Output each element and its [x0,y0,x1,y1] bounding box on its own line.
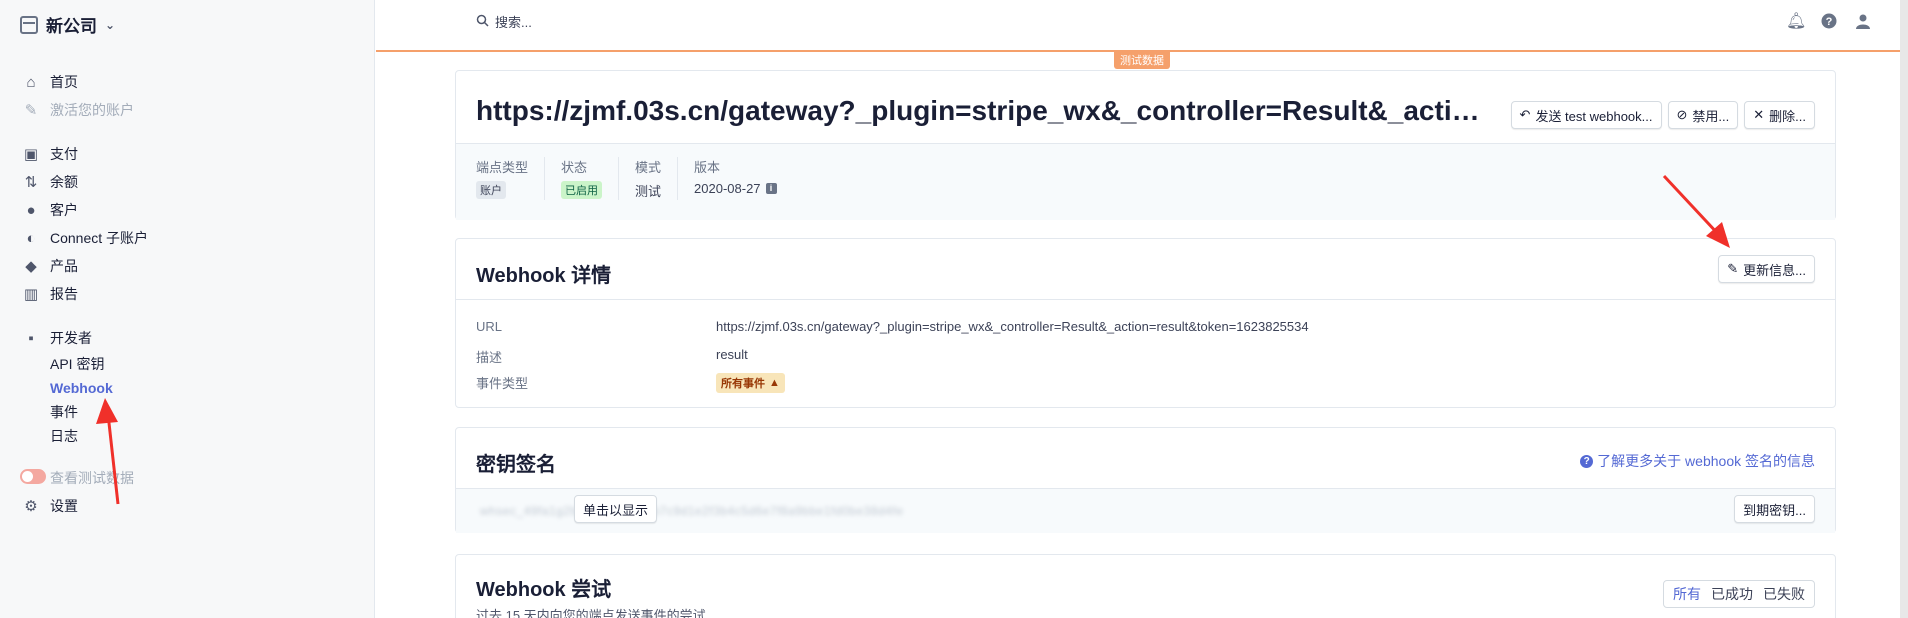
endpoint-type-badge: 账户 [476,181,506,199]
search-input[interactable] [495,14,795,30]
status-badge: 已启用 [561,181,603,199]
toggle-switch[interactable] [20,468,46,484]
close-icon: ✕ [1753,107,1765,122]
endpoint-actions: ↶ 发送 test webhook... ⊘ 禁用... ✕ 删除... [1510,101,1815,129]
endpoint-type-label: 端点类型 [476,160,529,175]
events-badge: 所有事件 ▲ [716,373,785,393]
store-icon [20,15,38,34]
reveal-secret-button[interactable]: 单击以显示 [574,495,658,523]
company-name: 新公司 [46,17,97,36]
sidebar-item-label: 余额 [50,174,78,190]
send-test-webhook-button[interactable]: ↶ 发送 test webhook... [1510,101,1662,129]
sidebar-item-label: 支付 [50,146,78,162]
signing-secret-card: 密钥签名 ? 了解更多关于 webhook 签名的信息 whsec_49fa1g… [455,427,1836,533]
chevron-down-icon: ⌄ [105,17,116,32]
activate-icon: ✎ [24,102,38,119]
sidebar-item-label: 产品 [50,258,78,274]
secret-masked: whsec_49fa1g2b6c8d0e1f3a5b7c9d1e2f3b4c5d… [480,504,904,518]
sidebar-item-label: Connect 子账户 [50,230,149,246]
sidebar-item-label: 报告 [50,286,78,302]
sidebar-nav: ⌂ 首页 ✎ 激活您的账户 ▣ 支付 ⇅ 余额 ● 客户 ◐ Connect 子… [20,68,350,520]
report-icon: ▥ [23,286,39,303]
section-title: Webhook 尝试 [476,579,612,601]
version-label: 版本 [694,160,721,175]
topbar: 🔔︎ ? [376,0,1900,52]
sidebar-item-label: 客户 [50,202,78,218]
sidebar-item-settings[interactable]: ⚙ 设置 [20,492,350,520]
detail-row-events: 事件类型 所有事件 ▲ [476,373,785,393]
sidebar-item-label: 首页 [50,74,78,90]
sidebar-item-api-keys[interactable]: API 密钥 [20,352,350,376]
version-value: 2020-08-27 [694,181,761,196]
test-data-badge: 测试数据 [1114,51,1170,69]
undo-icon: ↶ [1519,107,1531,122]
gear-icon: ⚙ [24,498,38,515]
sidebar-item-connect[interactable]: ◐ Connect 子账户 [20,224,350,252]
sidebar: 新公司 ⌄ ⌂ 首页 ✎ 激活您的账户 ▣ 支付 ⇅ 余额 ● 客户 ◐ Con… [0,0,375,618]
endpoint-url-title: https://zjmf.03s.cn/gateway?_plugin=stri… [476,95,1496,126]
info-icon[interactable]: i [765,183,777,194]
sidebar-item-payments[interactable]: ▣ 支付 [20,140,350,168]
delete-button[interactable]: ✕ 删除... [1744,101,1815,129]
home-icon: ⌂ [26,73,36,91]
webhook-attempts-card: Webhook 尝试 过去 15 天内向您的端点发送事件的尝试 所有 已成功 已… [455,554,1836,618]
svg-text:?: ? [1826,16,1833,28]
terminal-icon: ▪ [28,329,34,347]
product-icon: ◆ [25,258,37,275]
scrollbar[interactable] [1900,0,1908,618]
test-data-toggle[interactable]: 查看测试数据 [20,464,350,492]
sidebar-item-reports[interactable]: ▥ 报告 [20,280,350,308]
attempts-filter: 所有 已成功 已失败 [1663,580,1815,608]
mode-label: 模式 [635,160,662,175]
endpoint-meta: 端点类型 账户 状态 已启用 模式 测试 版本 2020-08-27 i [456,157,793,200]
ban-icon: ⊘ [1676,107,1688,122]
sidebar-item-events[interactable]: 事件 [20,400,350,424]
pencil-icon: ✎ [1727,261,1739,276]
sidebar-item-label: 激活您的账户 [50,102,134,118]
sidebar-item-label: 开发者 [50,330,92,346]
sidebar-item-label: 设置 [50,498,78,514]
test-data-label: 查看测试数据 [50,470,134,486]
disable-button[interactable]: ⊘ 禁用... [1667,101,1739,129]
sidebar-item-activate[interactable]: ✎ 激活您的账户 [20,96,350,124]
mode-value: 测试 [635,184,662,199]
warning-icon: ▲ [769,377,780,389]
search-icon [476,14,489,30]
detail-row-desc: 描述 result [476,347,748,365]
connect-icon: ◐ [26,229,36,247]
sidebar-item-logs[interactable]: 日志 [20,424,350,448]
filter-all[interactable]: 所有 [1668,584,1706,604]
status-label: 状态 [561,160,588,175]
customer-icon: ● [26,201,36,219]
bell-icon[interactable]: 🔔︎ [1786,13,1806,31]
filter-succeeded[interactable]: 已成功 [1706,584,1758,604]
help-icon[interactable]: ? [1820,13,1838,31]
user-icon[interactable] [1854,13,1872,31]
sidebar-item-customers[interactable]: ● 客户 [20,196,350,224]
filter-failed[interactable]: 已失败 [1758,584,1810,604]
balance-icon: ⇅ [24,174,38,191]
sidebar-item-webhook[interactable]: Webhook [20,376,350,400]
desc-value: result [716,347,748,362]
help-icon: ? [1580,454,1594,468]
search-box [476,14,795,30]
url-value: https://zjmf.03s.cn/gateway?_plugin=stri… [716,319,1309,334]
sidebar-item-balance[interactable]: ⇅ 余额 [20,168,350,196]
payment-icon: ▣ [23,146,39,163]
section-title: Webhook 详情 [476,265,612,287]
update-info-button[interactable]: ✎ 更新信息... [1718,255,1815,283]
webhook-details-card: Webhook 详情 ✎ 更新信息... URL https://zjmf.03… [455,238,1836,408]
attempts-subtitle: 过去 15 天内向您的端点发送事件的尝试 [476,608,706,618]
section-title: 密钥签名 [476,454,556,476]
expire-secret-button[interactable]: 到期密钥... [1734,495,1815,523]
endpoint-card: https://zjmf.03s.cn/gateway?_plugin=stri… [455,70,1836,220]
sidebar-item-home[interactable]: ⌂ 首页 [20,68,350,96]
learn-more-link[interactable]: ? 了解更多关于 webhook 签名的信息 [1580,451,1815,471]
top-icons: 🔔︎ ? [1786,13,1872,31]
sidebar-item-products[interactable]: ◆ 产品 [20,252,350,280]
sidebar-item-developers[interactable]: ▪ 开发者 [20,324,350,352]
detail-row-url: URL https://zjmf.03s.cn/gateway?_plugin=… [476,319,1309,334]
company-switcher[interactable]: 新公司 ⌄ [20,12,115,37]
